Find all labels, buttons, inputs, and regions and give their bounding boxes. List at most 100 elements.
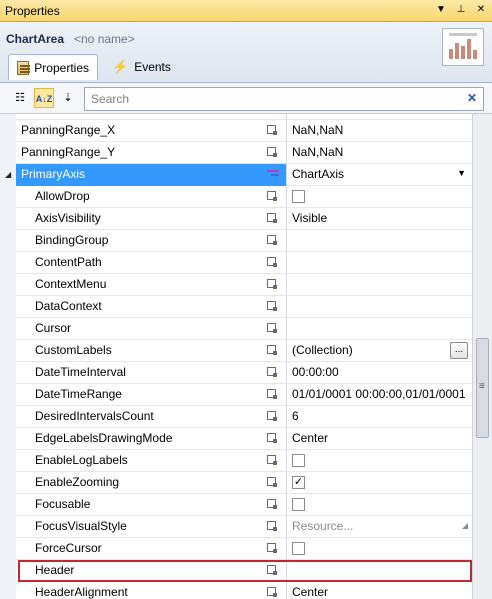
property-row-primaryaxis[interactable]: ◢ PrimaryAxis ChartAxis ▼ [0,164,472,186]
property-value[interactable]: 6 [292,409,468,425]
property-marker-icon[interactable] [267,587,278,598]
property-row-bindinggroup[interactable]: BindingGroup [0,230,472,252]
property-value[interactable]: Center [292,585,468,599]
clear-search-icon[interactable]: ✕ [467,91,477,105]
property-value[interactable] [292,277,468,293]
property-marker-icon[interactable] [267,235,278,246]
tab-properties[interactable]: Properties [8,54,98,80]
property-row-customlabels[interactable]: CustomLabels (Collection) ... [0,340,472,362]
property-value[interactable] [292,255,468,271]
property-name: DateTimeRange [35,387,122,401]
property-row-enablezooming[interactable]: EnableZooming ✓ [0,472,472,494]
search-input[interactable]: Search ✕ [84,87,484,111]
property-value[interactable]: Resource... [292,519,468,535]
search-placeholder: Search [91,92,130,106]
property-value[interactable]: ChartAxis [292,167,468,183]
sort-source-button[interactable]: ⇣ [58,88,78,108]
property-marker-icon[interactable] [267,213,278,224]
property-marker-icon[interactable] [267,345,278,356]
property-name: CustomLabels [35,343,112,357]
property-name: DateTimeInterval [35,365,126,379]
checkmark-icon: ✓ [293,476,304,488]
property-row-allowdrop[interactable]: AllowDrop [0,186,472,208]
property-name: FocusVisualStyle [35,519,127,533]
property-row-headeralignment[interactable]: HeaderAlignment Center [0,582,472,599]
property-marker-icon[interactable] [267,433,278,444]
property-marker-icon[interactable] [267,257,278,268]
property-value[interactable]: 01/01/0001 00:00:00,01/01/0001 [292,387,468,403]
tab-events[interactable]: ⚡ Events [104,54,174,80]
dropdown-icon[interactable]: ▼ [434,3,448,17]
property-grid: PanningRange_X NaN,NaN PanningRange_Y Na… [0,114,492,599]
property-row-focusable[interactable]: Focusable [0,494,472,516]
property-row-cursor[interactable]: Cursor [0,318,472,340]
close-icon[interactable]: ✕ [474,3,488,17]
pin-icon[interactable]: ⊥ [454,3,468,17]
property-name: Header [35,563,75,577]
property-marker-icon[interactable] [267,565,278,576]
property-marker-icon[interactable] [267,191,278,202]
property-checkbox[interactable] [292,542,305,555]
property-marker-icon[interactable] [267,455,278,466]
vertical-scrollbar[interactable] [472,114,492,599]
categorize-button[interactable]: ☷ [10,88,30,108]
property-checkbox[interactable] [292,190,305,203]
property-name: ContextMenu [35,277,107,291]
property-row-panningrange-y[interactable]: PanningRange_Y NaN,NaN [0,142,472,164]
property-value[interactable]: NaN,NaN [292,145,468,161]
property-marker-icon[interactable] [267,499,278,510]
property-value[interactable] [292,233,468,249]
sub-properties-icon[interactable] [267,170,279,180]
property-name: ContentPath [35,255,102,269]
tab-events-label: Events [134,60,171,74]
property-value[interactable]: NaN,NaN [292,123,468,139]
property-row-forcecursor[interactable]: ForceCursor [0,538,472,560]
property-marker-icon[interactable] [267,279,278,290]
property-row-desiredintervalscount[interactable]: DesiredIntervalsCount 6 [0,406,472,428]
property-row-axisvisibility[interactable]: AxisVisibility Visible [0,208,472,230]
sort-source-icon: ⇣ [63,92,73,104]
property-marker-icon[interactable] [267,367,278,378]
property-checkbox[interactable] [292,454,305,467]
chevron-down-icon[interactable]: ▼ [457,168,466,178]
property-row-header[interactable]: Header [0,560,472,582]
property-name: AxisVisibility [35,211,101,225]
property-marker-icon[interactable] [267,477,278,488]
property-marker-icon[interactable] [267,411,278,422]
scrollbar-thumb[interactable] [476,338,489,438]
property-marker-icon[interactable] [267,543,278,554]
property-value[interactable] [292,563,468,579]
collection-editor-button[interactable]: ... [450,342,468,359]
property-row-focusvisualstyle[interactable]: FocusVisualStyle Resource... [0,516,472,538]
title-bar: Properties ▼ ⊥ ✕ [0,0,492,22]
resource-expand-icon[interactable] [462,523,468,529]
property-value[interactable] [292,321,468,337]
property-marker-icon[interactable] [267,389,278,400]
property-row-datacontext[interactable]: DataContext [0,296,472,318]
properties-icon [17,60,31,75]
property-row-contextmenu[interactable]: ContextMenu [0,274,472,296]
property-name: PanningRange_Y [21,145,116,159]
sort-alphabetical-button[interactable]: A↓Z [34,88,54,108]
property-value[interactable]: Visible [292,211,468,227]
expand-collapse-icon[interactable]: ◢ [5,170,11,179]
property-checkbox[interactable] [292,498,305,511]
property-marker-icon[interactable] [267,521,278,532]
property-row-datetimerange[interactable]: DateTimeRange 01/01/0001 00:00:00,01/01/… [0,384,472,406]
property-row-datetimeinterval[interactable]: DateTimeInterval 00:00:00 [0,362,472,384]
property-checkbox-checked[interactable]: ✓ [292,476,305,489]
property-row-panningrange-x[interactable]: PanningRange_X NaN,NaN [0,120,472,142]
property-marker-icon[interactable] [267,323,278,334]
property-value[interactable] [292,299,468,315]
property-marker-icon[interactable] [267,147,278,158]
property-row-enableloglabels[interactable]: EnableLogLabels [0,450,472,472]
property-name: EdgeLabelsDrawingMode [35,431,173,445]
property-value[interactable]: 00:00:00 [292,365,468,381]
property-row-edgelabelsdrawingmode[interactable]: EdgeLabelsDrawingMode Center [0,428,472,450]
property-value[interactable]: (Collection) [292,343,468,359]
property-marker-icon[interactable] [267,125,278,136]
property-name: DesiredIntervalsCount [35,409,154,423]
property-row-contentpath[interactable]: ContentPath [0,252,472,274]
property-value[interactable]: Center [292,431,468,447]
property-marker-icon[interactable] [267,301,278,312]
